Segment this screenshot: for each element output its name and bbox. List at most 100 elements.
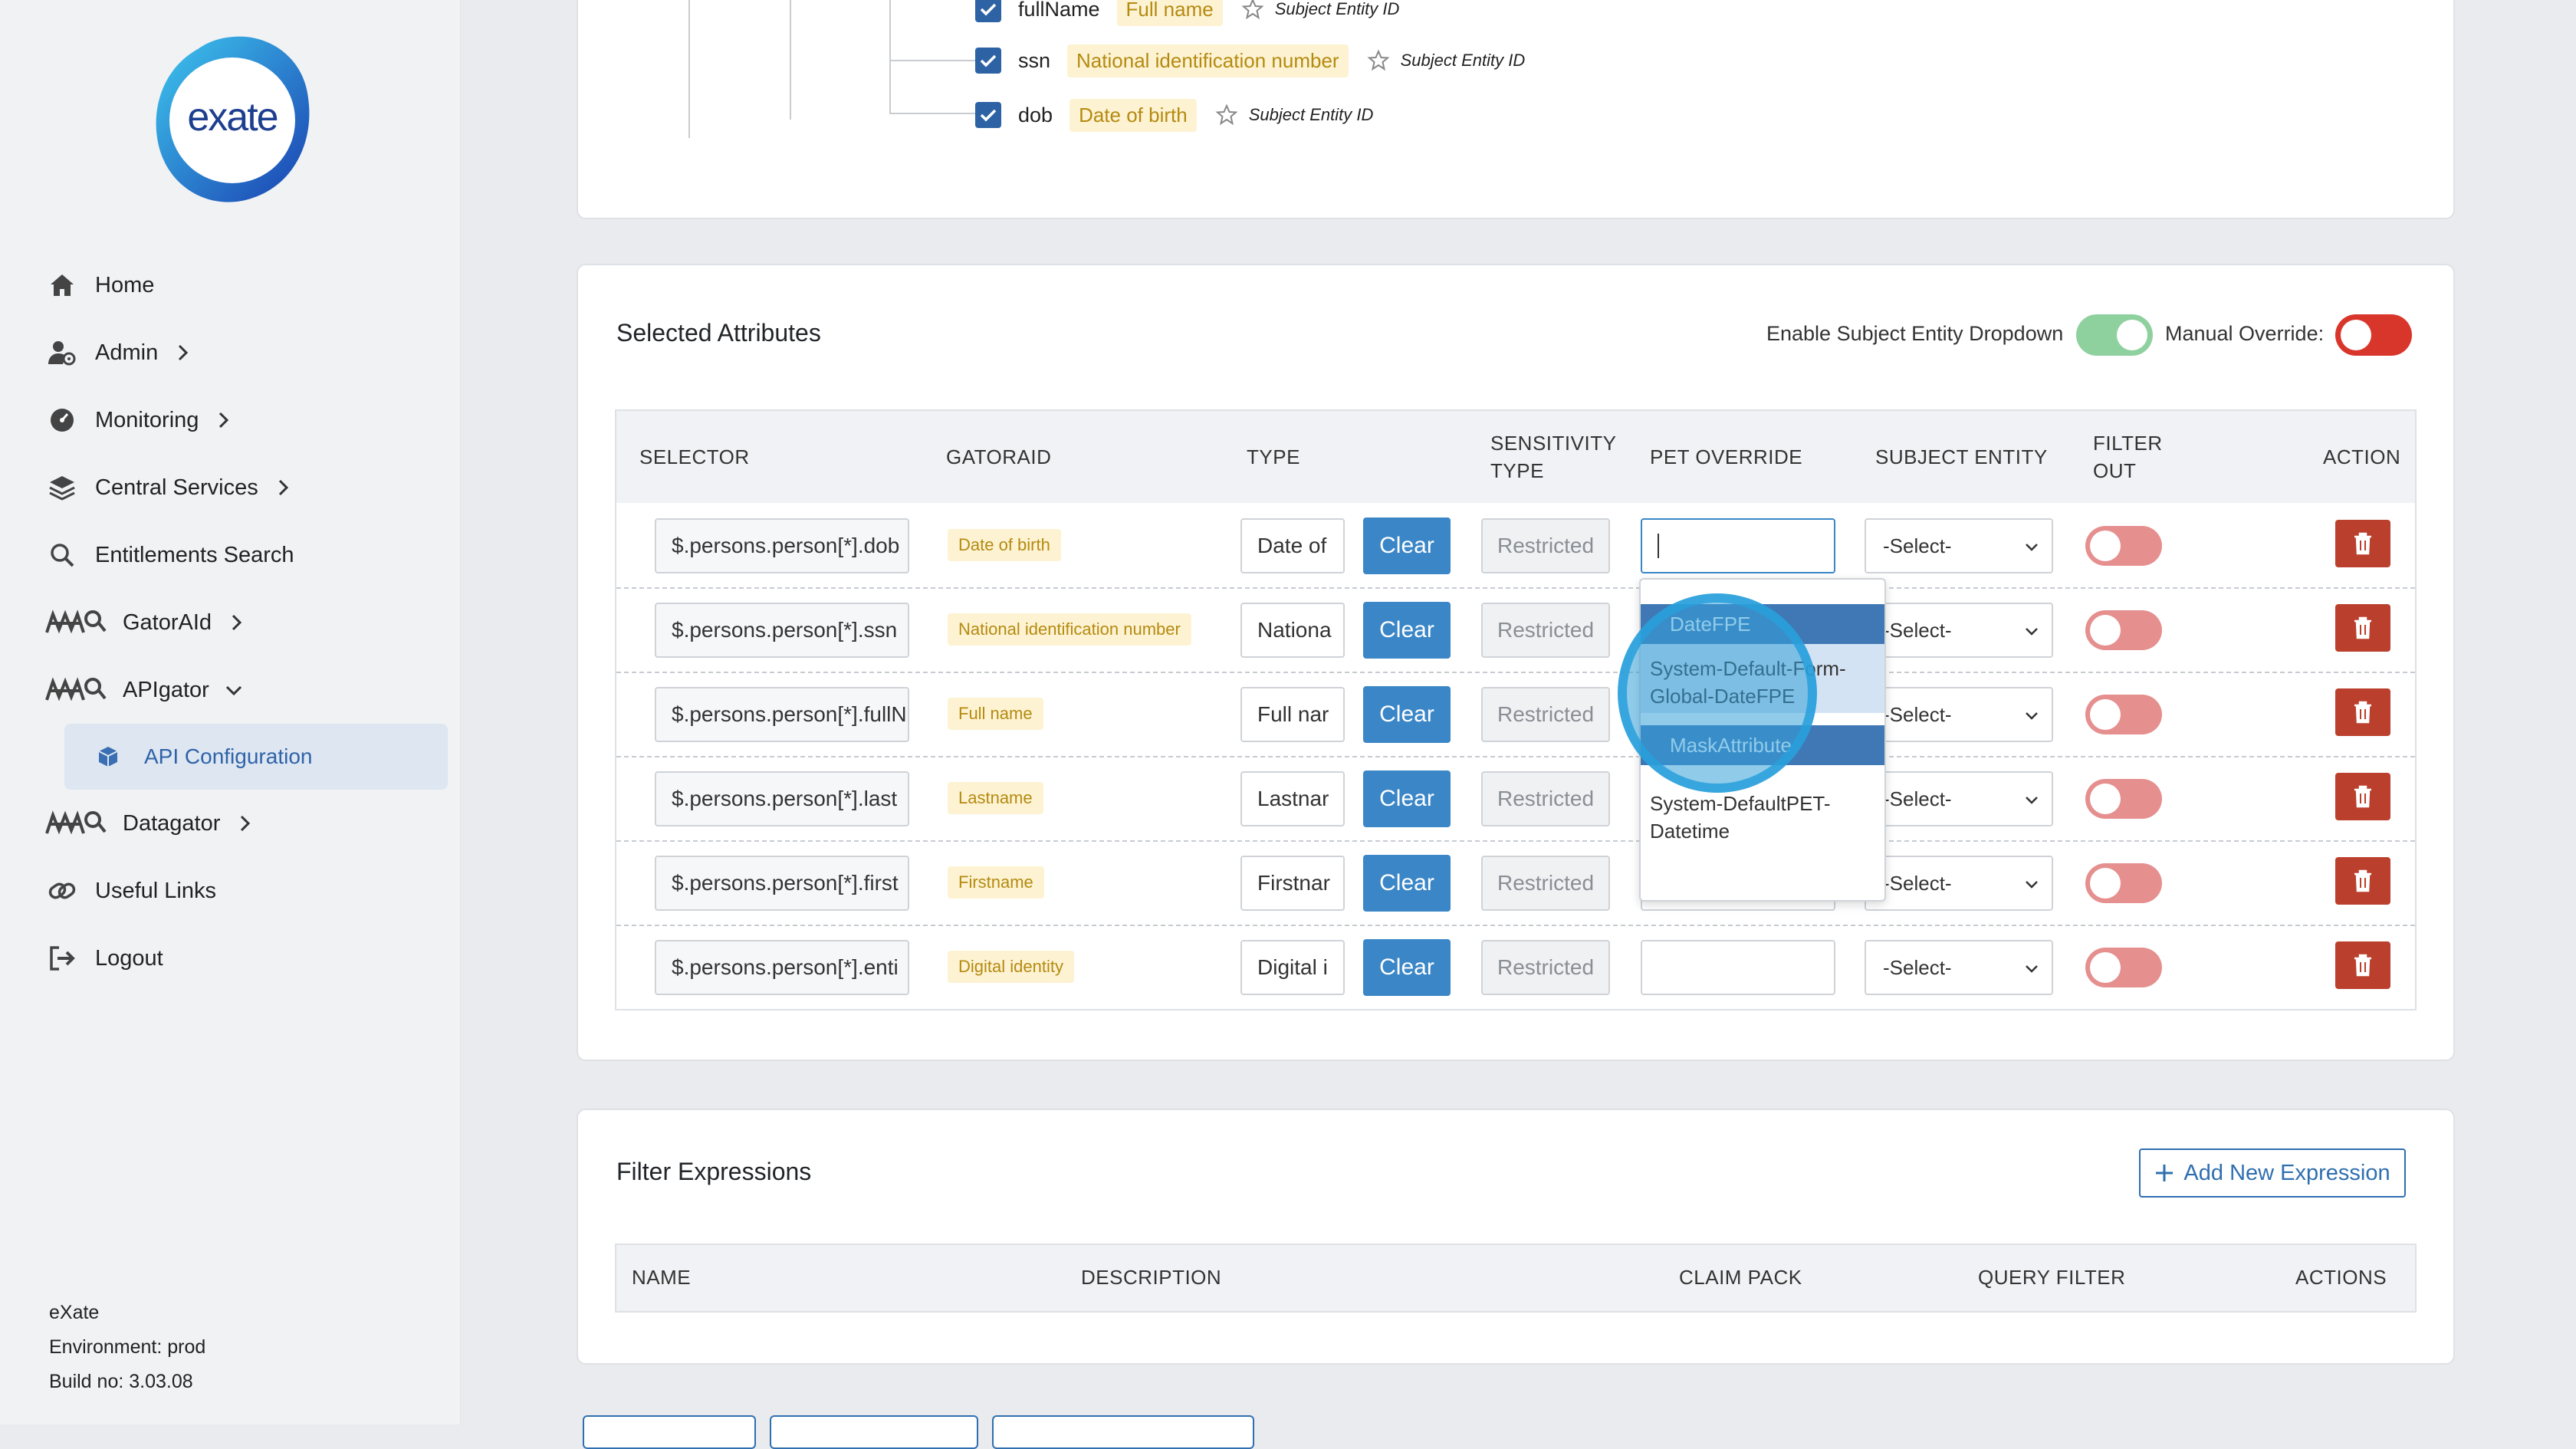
select-value: -Select- — [1883, 702, 1952, 726]
type-input[interactable]: Nationa — [1240, 603, 1345, 658]
subject-entity-select[interactable]: -Select- — [1865, 856, 2053, 911]
delete-button[interactable] — [2335, 688, 2390, 736]
selector-input[interactable]: $.persons.person[*].dob — [655, 518, 909, 573]
delete-button[interactable] — [2335, 941, 2390, 989]
delete-button[interactable] — [2335, 520, 2390, 567]
clear-button[interactable]: Clear — [1363, 939, 1451, 996]
dropdown-group-header: MaskAttribute — [1641, 725, 1884, 765]
subject-entity-select[interactable]: -Select- — [1865, 603, 2053, 658]
checkbox[interactable] — [975, 0, 1001, 22]
table-row: $.persons.person[*].enti Digital identit… — [616, 925, 2415, 1009]
sidebar-item-gatoraid[interactable]: GatorAId — [44, 589, 451, 656]
subject-entity-select[interactable]: -Select- — [1865, 940, 2053, 995]
sidebar: exate Home Admin Monitoring Central Serv… — [0, 0, 461, 1424]
enable-subject-entity-toggle[interactable] — [2076, 314, 2153, 356]
type-input[interactable]: Firstnar — [1240, 856, 1345, 911]
col-pet-override: PET OVERRIDE — [1650, 445, 1803, 468]
dropdown-group-header: DateFPE — [1641, 604, 1884, 644]
sidebar-item-label: Monitoring — [95, 407, 199, 432]
clear-button[interactable]: Clear — [1363, 855, 1451, 912]
footer-button[interactable] — [770, 1415, 978, 1449]
plus-icon — [2156, 1165, 2174, 1181]
table-row: $.persons.person[*].last Lastname Lastna… — [616, 756, 2415, 842]
type-input[interactable]: Date of — [1240, 518, 1345, 573]
sidebar-item-api-configuration[interactable]: API Configuration — [64, 724, 448, 790]
checkbox[interactable] — [975, 102, 1001, 128]
sidebar-footer: eXate Environment: prod Build no: 3.03.0… — [49, 1296, 205, 1399]
text-cursor — [1658, 534, 1659, 558]
selector-input[interactable]: $.persons.person[*].enti — [655, 940, 909, 995]
gatoraid-tag: Full name — [1116, 0, 1223, 26]
tree-row: dob Date of birth Subject Entity ID — [975, 95, 1373, 135]
filter-out-toggle[interactable] — [2085, 779, 2162, 819]
col-gatoraid: GATORAID — [946, 445, 1052, 468]
dropdown-option[interactable]: System-Default-Form-Global-DateFPE — [1641, 644, 1884, 713]
type-input[interactable]: Lastnar — [1240, 771, 1345, 826]
section-title: Selected Attributes — [616, 319, 821, 347]
filter-out-toggle[interactable] — [2085, 695, 2162, 734]
footer-button[interactable] — [992, 1415, 1254, 1449]
col-action: ACTION — [2323, 445, 2401, 468]
chevron-right-icon — [241, 815, 251, 832]
filter-expressions-table-header: NAME DESCRIPTION CLAIM PACK QUERY FILTER… — [615, 1244, 2417, 1313]
footer-button[interactable] — [583, 1415, 756, 1449]
clear-button[interactable]: Clear — [1363, 686, 1451, 743]
manual-override-toggle[interactable] — [2335, 314, 2412, 356]
selector-input[interactable]: $.persons.person[*].last — [655, 771, 909, 826]
sidebar-item-monitoring[interactable]: Monitoring — [44, 386, 451, 454]
sensitivity-type-field: Restricted — [1481, 687, 1610, 742]
gatoraid-tag: Lastname — [948, 782, 1043, 814]
selector-input[interactable]: $.persons.person[*].first — [655, 856, 909, 911]
selector-input[interactable]: $.persons.person[*].fullN — [655, 687, 909, 742]
sidebar-item-home[interactable]: Home — [44, 251, 451, 319]
star-icon[interactable] — [1367, 49, 1390, 72]
selector-input[interactable]: $.persons.person[*].ssn — [655, 603, 909, 658]
filter-out-toggle[interactable] — [2085, 610, 2162, 650]
sensitivity-type-field: Restricted — [1481, 771, 1610, 826]
subject-entity-select[interactable]: -Select- — [1865, 771, 2053, 826]
clear-button[interactable]: Clear — [1363, 518, 1451, 574]
gatoraid-tag: Firstname — [948, 866, 1044, 899]
star-icon[interactable] — [1215, 104, 1238, 127]
company-name: eXate — [49, 1302, 100, 1323]
type-input[interactable]: Digital i — [1240, 940, 1345, 995]
sensitivity-type-field: Restricted — [1481, 940, 1610, 995]
checkbox[interactable] — [975, 48, 1001, 74]
star-icon[interactable] — [1241, 0, 1264, 21]
sidebar-item-central-services[interactable]: Central Services — [44, 454, 451, 521]
field-name: dob — [1018, 103, 1053, 127]
delete-button[interactable] — [2335, 857, 2390, 905]
subject-entity-select[interactable]: -Select- — [1865, 687, 2053, 742]
add-new-expression-button[interactable]: Add New Expression — [2139, 1148, 2406, 1198]
sidebar-item-useful-links[interactable]: Useful Links — [44, 857, 451, 925]
exate-logo[interactable]: exate — [153, 34, 313, 205]
filter-out-toggle[interactable] — [2085, 863, 2162, 903]
pet-override-dropdown: DateFPE System-Default-Form-Global-DateF… — [1639, 578, 1886, 902]
delete-button[interactable] — [2335, 604, 2390, 652]
dropdown-option[interactable]: System-DefaultPET-Datetime — [1641, 765, 1884, 856]
build-number: Build no: 3.03.08 — [49, 1371, 193, 1392]
type-input[interactable]: Full nar — [1240, 687, 1345, 742]
sidebar-item-logout[interactable]: Logout — [44, 925, 451, 992]
chevron-down-icon — [2026, 797, 2038, 804]
user-gear-icon — [44, 337, 80, 368]
enable-subject-entity-label: Enable Subject Entity Dropdown — [1766, 322, 2064, 345]
sidebar-item-entitlements-search[interactable]: Entitlements Search — [44, 521, 451, 589]
filter-out-toggle[interactable] — [2085, 948, 2162, 987]
tree-row: ssn National identification number Subje… — [975, 41, 1525, 80]
sidebar-item-admin[interactable]: Admin — [44, 319, 451, 386]
clear-button[interactable]: Clear — [1363, 602, 1451, 659]
chevron-right-icon — [232, 614, 242, 631]
delete-button[interactable] — [2335, 773, 2390, 820]
gatoraid-tag: National identification number — [1067, 44, 1349, 77]
sidebar-item-datagator[interactable]: Datagator — [44, 790, 451, 857]
tree-line — [790, 0, 791, 120]
sidebar-item-label: Central Services — [95, 475, 258, 500]
subject-entity-select[interactable]: -Select- — [1865, 518, 2053, 573]
clear-button[interactable]: Clear — [1363, 770, 1451, 827]
sidebar-item-apigator[interactable]: APIgator — [44, 656, 451, 724]
filter-out-toggle[interactable] — [2085, 526, 2162, 566]
select-value: -Select- — [1883, 787, 1952, 810]
pet-override-input[interactable] — [1641, 518, 1835, 573]
pet-override-input[interactable] — [1641, 940, 1835, 995]
